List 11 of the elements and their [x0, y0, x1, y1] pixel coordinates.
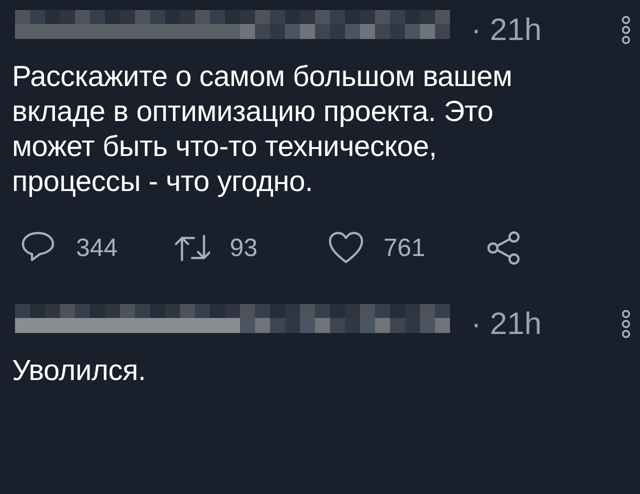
tweet-text: Расскажите о самом большом вашем вкладе в оптимизацию проекта. Это может быть что-то техническое, процессы - что угодно. [12, 60, 514, 200]
timestamp: · 21h [471, 306, 543, 342]
heart-icon[interactable] [328, 230, 364, 266]
action-count: 93 [230, 234, 258, 262]
more-options-icon[interactable] [619, 15, 633, 45]
share-icon[interactable] [486, 230, 522, 266]
tweet-text: Уволился. [12, 354, 147, 389]
action-count: 344 [76, 234, 118, 262]
action-count: 761 [384, 234, 426, 262]
more-options-icon[interactable] [619, 309, 633, 339]
timestamp: · 21h [471, 12, 543, 48]
